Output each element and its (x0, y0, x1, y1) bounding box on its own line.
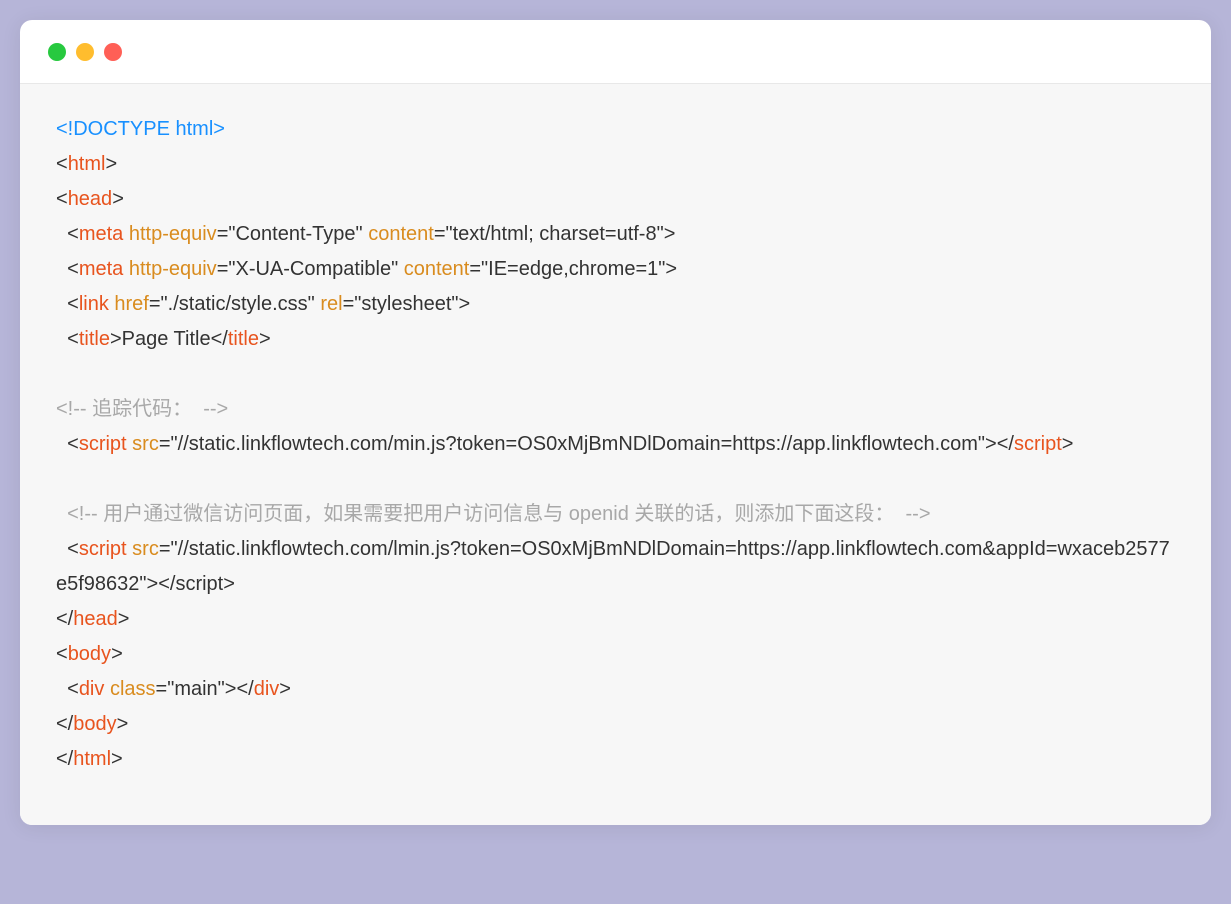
close-dot-icon[interactable] (48, 43, 66, 61)
minimize-dot-icon[interactable] (76, 43, 94, 61)
maximize-dot-icon[interactable] (104, 43, 122, 61)
traffic-lights (48, 43, 122, 61)
window-titlebar (20, 20, 1211, 84)
code-viewport: <!DOCTYPE html><html><head> <meta http-e… (20, 84, 1211, 825)
browser-window: <!DOCTYPE html><html><head> <meta http-e… (20, 20, 1211, 825)
